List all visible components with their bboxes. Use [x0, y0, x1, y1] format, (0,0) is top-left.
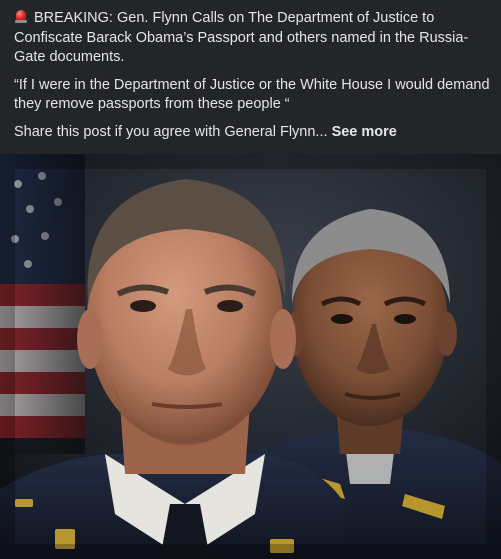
- post-share-line: Share this post if you agree with Genera…: [14, 123, 492, 143]
- post-text: BREAKING: Gen. Flynn Calls on The Depart…: [14, 9, 492, 150]
- post-headline: BREAKING: Gen. Flynn Calls on The Depart…: [14, 10, 469, 65]
- see-more-link[interactable]: See more: [332, 124, 397, 140]
- post-quote: “If I were in the Department of Justice …: [14, 76, 490, 113]
- post-headline-paragraph: BREAKING: Gen. Flynn Calls on The Depart…: [14, 9, 492, 68]
- post-image-illustration: [0, 154, 501, 559]
- post-share-text: Share this post if you agree with Genera…: [14, 123, 328, 140]
- facebook-post: BREAKING: Gen. Flynn Calls on The Depart…: [0, 0, 501, 559]
- siren-icon: [14, 9, 28, 23]
- post-image[interactable]: [0, 154, 501, 559]
